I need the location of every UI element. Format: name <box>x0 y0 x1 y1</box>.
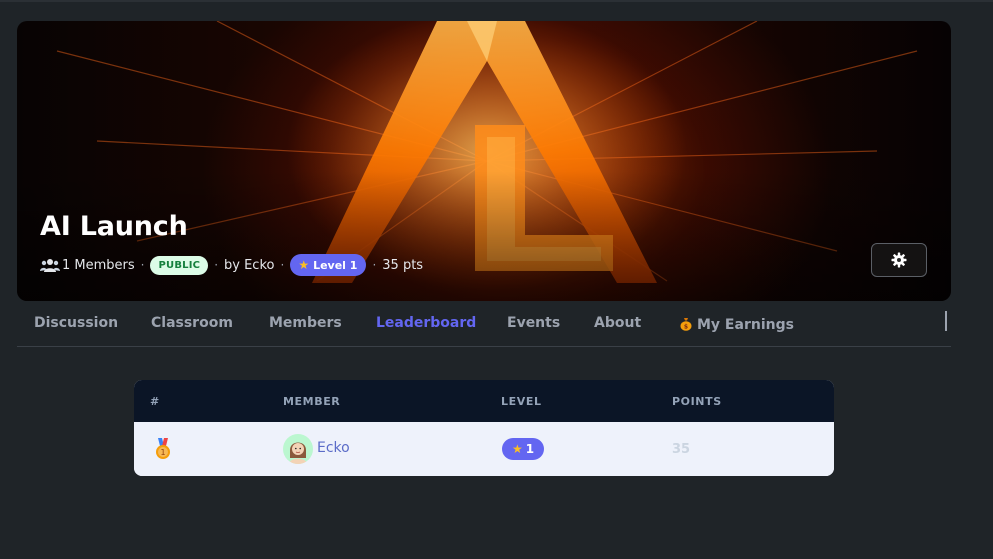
public-badge: PUBLIC <box>150 255 209 275</box>
tab-classroom[interactable]: Classroom <box>151 315 233 331</box>
member-name[interactable]: Ecko <box>317 440 350 456</box>
points-label: 35 pts <box>382 257 424 273</box>
svg-text:1: 1 <box>160 448 165 457</box>
leaderboard-header: # MEMBER LEVEL POINTS <box>134 380 834 422</box>
avatar[interactable] <box>283 434 313 464</box>
star-icon: ★ <box>298 258 310 272</box>
level-badge: ★ 1 <box>502 438 545 460</box>
header-member: MEMBER <box>283 395 341 408</box>
gear-icon <box>891 252 907 268</box>
members-icon <box>40 259 60 272</box>
top-border <box>0 0 993 2</box>
tabs-divider <box>945 311 947 331</box>
community-meta: 1 Members · PUBLIC · by Ecko · ★ Level 1… <box>40 254 423 276</box>
community-banner: AI Launch 1 Members · PUBLIC · by Ecko ·… <box>17 21 951 301</box>
bronze-medal-icon: 1 <box>156 438 170 459</box>
tab-my-earnings[interactable]: $ My Earnings <box>679 315 794 333</box>
star-icon: ★ <box>512 442 523 456</box>
table-row[interactable]: 1 Ecko ★ 1 35 <box>134 422 834 476</box>
author-label: by Ecko <box>224 257 275 273</box>
settings-button[interactable] <box>871 243 927 277</box>
header-points: POINTS <box>672 395 722 408</box>
tab-leaderboard[interactable]: Leaderboard <box>376 315 476 331</box>
level-badge: ★ Level 1 <box>290 254 367 276</box>
community-title: AI Launch <box>40 211 188 242</box>
header-level: LEVEL <box>501 395 542 408</box>
money-bag-icon: $ <box>679 317 693 331</box>
members-count: 1 Members <box>62 257 135 273</box>
member-points: 35 <box>672 442 691 457</box>
community-tabs: Discussion Classroom Members Leaderboard… <box>17 309 951 347</box>
leaderboard-table: # MEMBER LEVEL POINTS 1 Ecko ★ 1 35 <box>134 380 834 476</box>
svg-text:$: $ <box>684 324 688 331</box>
tab-events[interactable]: Events <box>507 315 560 331</box>
header-rank: # <box>150 395 160 408</box>
tab-members[interactable]: Members <box>269 315 342 331</box>
tab-discussion[interactable]: Discussion <box>34 315 118 331</box>
tab-about[interactable]: About <box>594 315 641 331</box>
